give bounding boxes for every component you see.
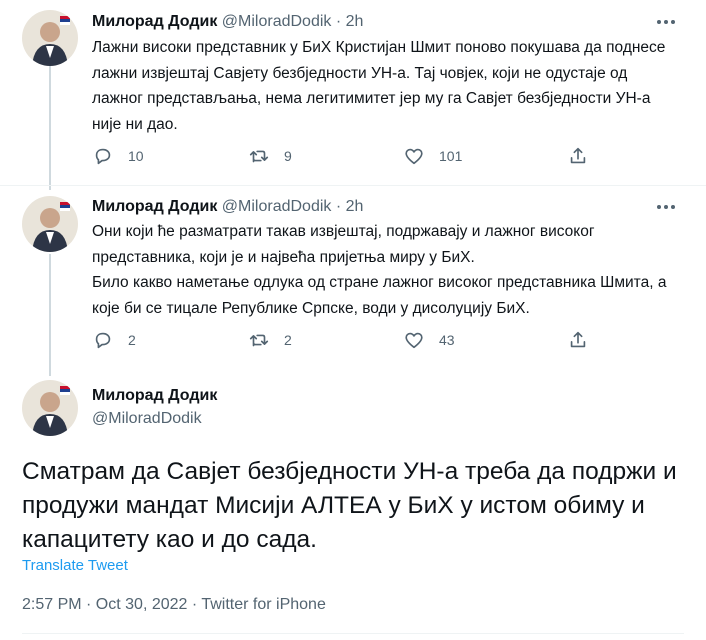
like-button[interactable]: 101: [403, 144, 462, 168]
avatar[interactable]: [22, 196, 78, 252]
more-icon[interactable]: [654, 12, 678, 32]
tweet-actions: 2 2 43: [92, 328, 612, 352]
thread-tweet-1[interactable]: Милорад Додик @MiloradDodik · 2h Лажни в…: [0, 0, 706, 185]
share-icon: [570, 331, 586, 348]
like-icon: [405, 332, 423, 349]
share-icon: [570, 147, 586, 164]
divider: [22, 633, 684, 634]
reply-button[interactable]: 2: [92, 328, 136, 352]
like-icon: [405, 148, 423, 165]
like-count: 43: [439, 332, 455, 348]
avatar[interactable]: [22, 10, 78, 66]
share-button[interactable]: [567, 328, 603, 352]
author-name[interactable]: Милорад Додик: [92, 198, 217, 215]
main-tweet-text: Сматрам да Савјет безбједности УН-а треб…: [22, 458, 677, 553]
reply-count: 10: [128, 148, 144, 164]
author-handle[interactable]: @MiloradDodik: [222, 198, 332, 215]
translate-tweet-link[interactable]: Translate Tweet: [22, 557, 128, 574]
author-name[interactable]: Милорад Додик: [92, 386, 217, 406]
separator-dot: ·: [335, 13, 342, 30]
author-handle[interactable]: @MiloradDodik: [222, 13, 332, 30]
author-name[interactable]: Милорад Додик: [92, 13, 217, 30]
retweet-count: 9: [284, 148, 292, 164]
tweet-actions: 10 9 101: [92, 144, 612, 168]
timestamp[interactable]: 2h: [346, 13, 364, 30]
share-button[interactable]: [567, 144, 603, 168]
retweet-count: 2: [284, 332, 292, 348]
retweet-button[interactable]: 9: [248, 144, 292, 168]
reply-count: 2: [128, 332, 136, 348]
reply-icon: [95, 332, 111, 349]
reply-button[interactable]: 10: [92, 144, 144, 168]
retweet-icon: [249, 334, 269, 347]
tweet-header: Милорад Додик @MiloradDodik · 2h: [92, 12, 363, 32]
tweet-meta: 2:57 PM · Oct 30, 2022 · Twitter for iPh…: [22, 596, 326, 613]
retweet-icon: [249, 150, 269, 163]
separator-dot: ·: [335, 198, 342, 215]
tweet-text: Они који ће разматрати такав извјештај, …: [92, 223, 667, 317]
reply-icon: [95, 148, 111, 165]
more-icon[interactable]: [654, 197, 678, 217]
thread-tweet-2[interactable]: Милорад Додик @MiloradDodik · 2h Они кој…: [0, 186, 706, 370]
tweet-text: Лажни високи представник у БиХ Кристијан…: [92, 39, 666, 133]
like-button[interactable]: 43: [403, 328, 455, 352]
timestamp[interactable]: 2h: [346, 198, 364, 215]
avatar[interactable]: [22, 380, 78, 436]
author-handle[interactable]: @MiloradDodik: [92, 409, 202, 429]
tweet-header: Милорад Додик @MiloradDodik · 2h: [92, 197, 363, 217]
retweet-button[interactable]: 2: [248, 328, 292, 352]
like-count: 101: [439, 148, 463, 164]
